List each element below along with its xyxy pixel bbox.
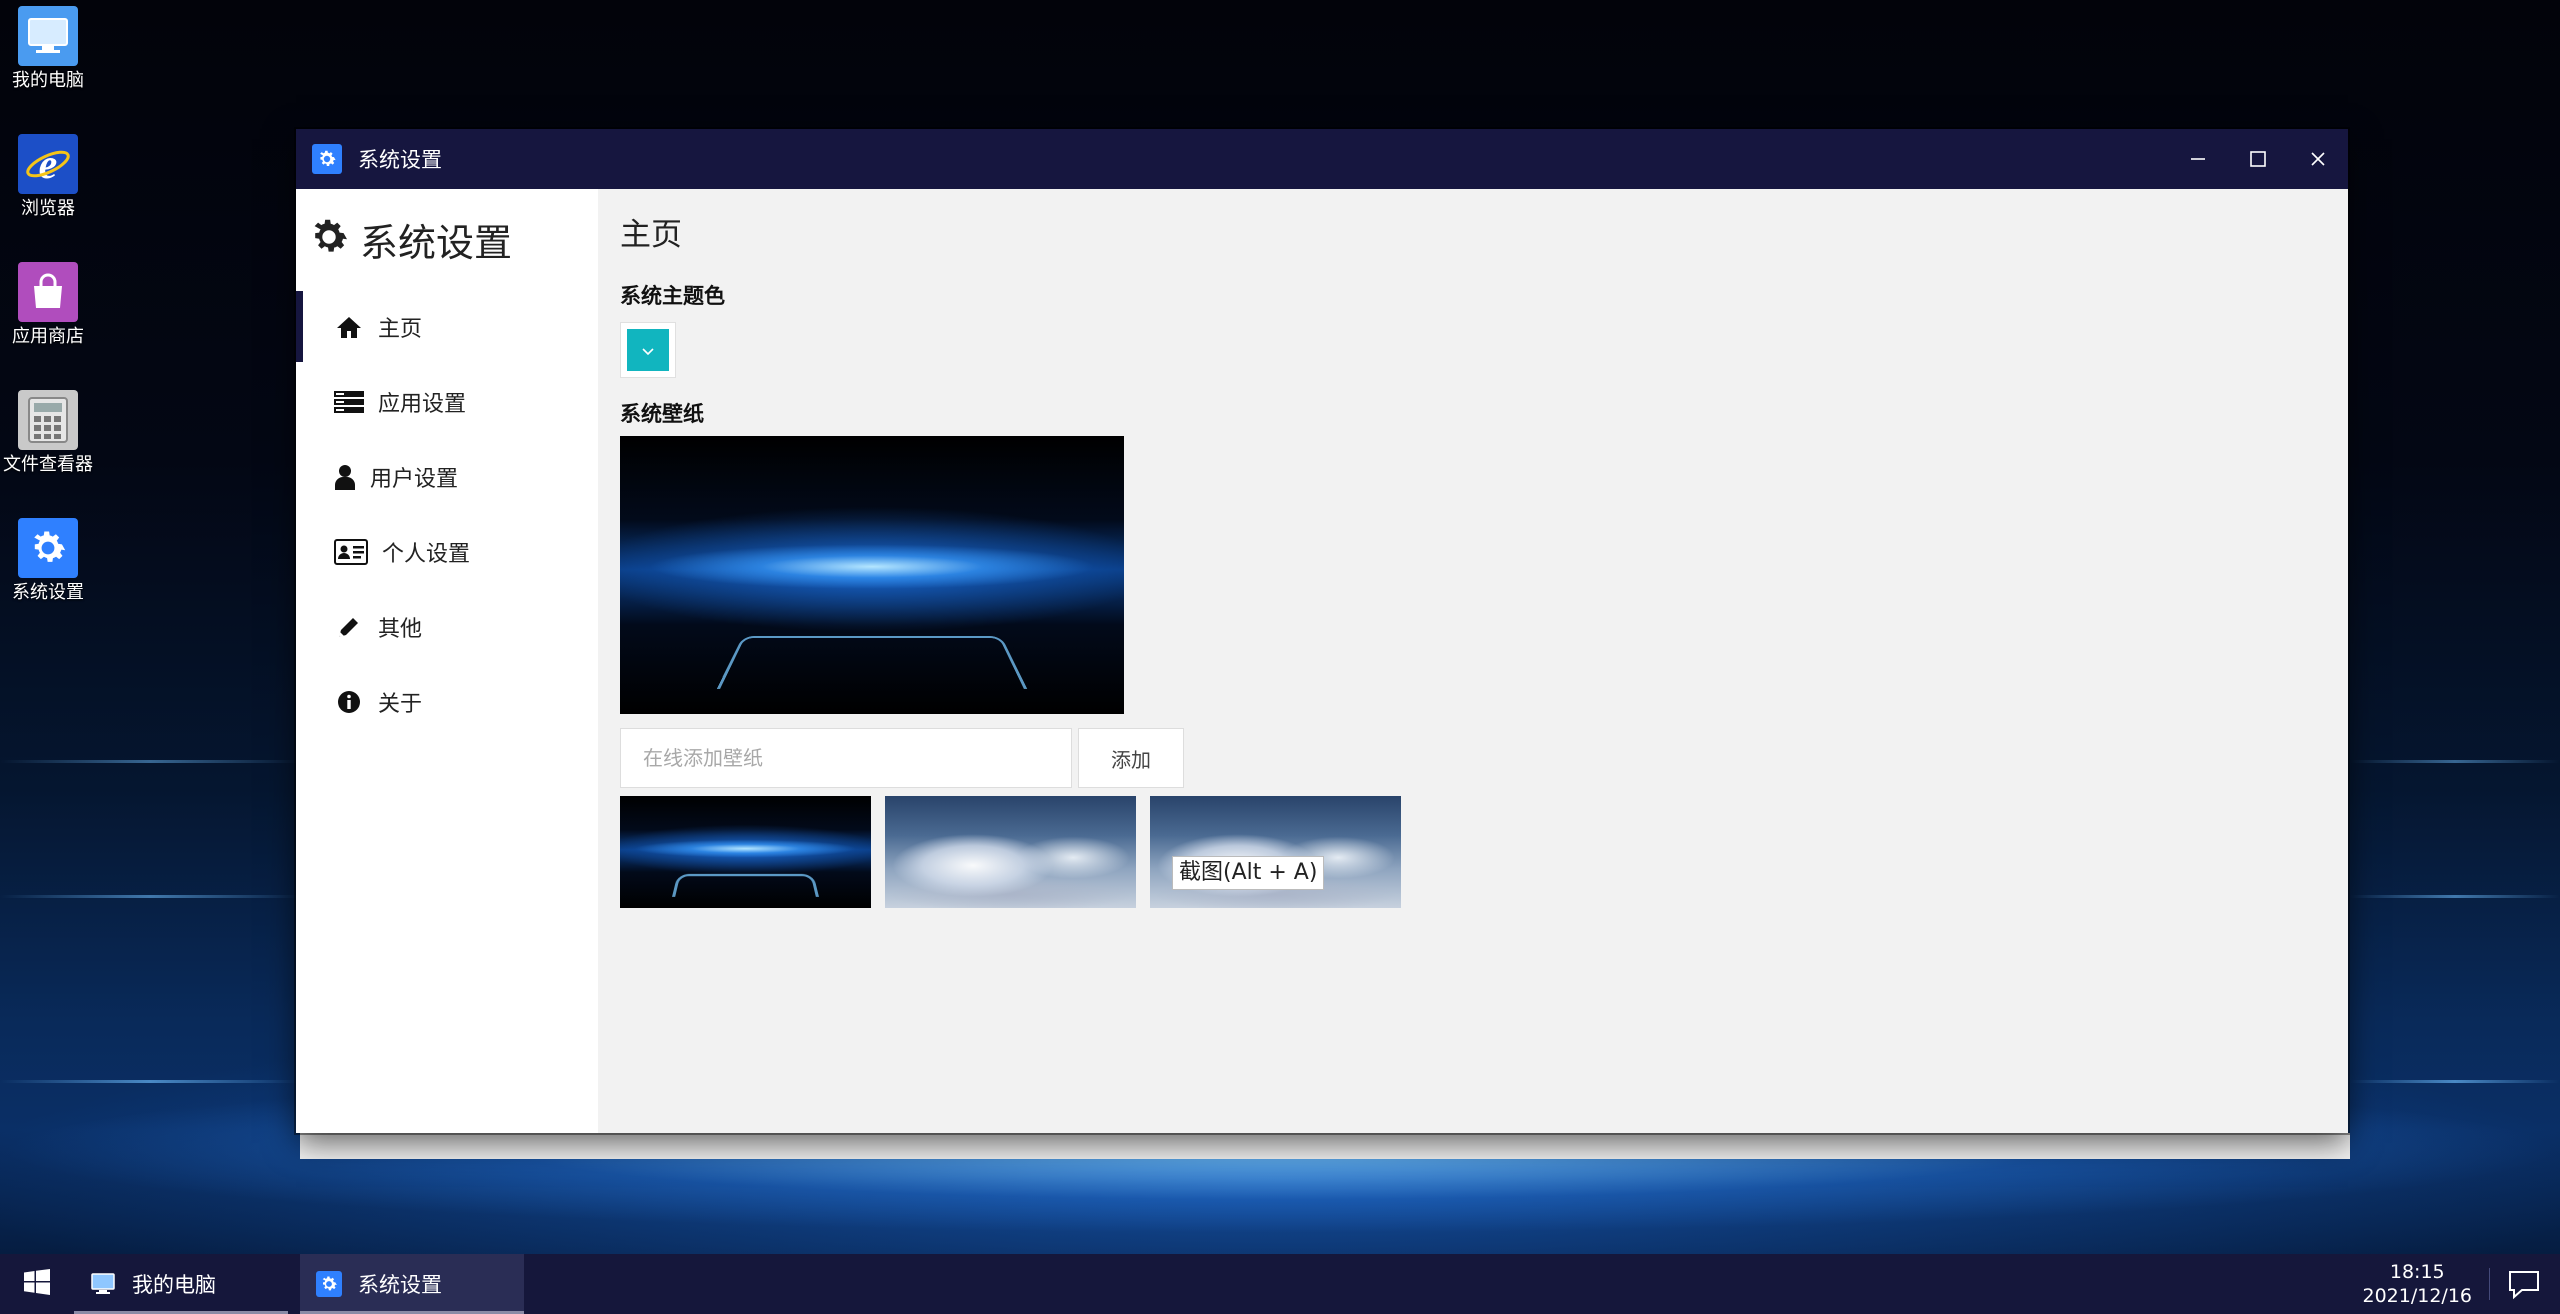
chevron-down-icon (641, 341, 655, 360)
taskbar-clock[interactable]: 18:15 2021/12/16 (2362, 1260, 2472, 1308)
wallpaper-label: 系统壁纸 (620, 402, 704, 426)
notification-center-button[interactable] (2506, 1268, 2542, 1300)
home-icon (334, 312, 364, 342)
wallpaper-streak (2350, 760, 2560, 763)
wallpaper-image (1150, 796, 1401, 908)
sidebar-item-about[interactable]: 关于 (296, 664, 598, 739)
theme-color-swatch (627, 329, 669, 371)
wallpaper-thumbnail[interactable]: 截图(Alt + A) (1150, 796, 1401, 908)
window-titlebar[interactable]: 系统设置 (296, 129, 2348, 189)
desktop-icon-label: 应用商店 (12, 326, 84, 347)
sidebar-item-home[interactable]: 主页 (296, 289, 598, 364)
taskbar: 我的电脑 系统设置 18:15 2021/12/16 (0, 1254, 2560, 1314)
gear-icon (18, 518, 78, 578)
sidebar-header: 系统设置 (296, 189, 598, 289)
add-wallpaper-button[interactable]: 添加 (1078, 728, 1184, 788)
computer-icon (18, 6, 78, 66)
wallpaper-streak (0, 1080, 300, 1083)
wallpaper-streak (2350, 895, 2560, 898)
wallpaper-thumbnail[interactable] (620, 796, 871, 908)
taskbar-item-settings[interactable]: 系统设置 (300, 1254, 524, 1314)
user-icon (334, 462, 356, 492)
gear-icon (316, 1271, 342, 1297)
sidebar-item-label: 应用设置 (378, 391, 467, 417)
wallpaper-thumbnails: 截图(Alt + A) (620, 796, 2326, 908)
taskbar-divider (2489, 1268, 2490, 1300)
settings-main-panel: 主页 系统主题色 系统壁纸 添加 (598, 189, 2348, 1133)
sidebar-item-label: 关于 (378, 691, 423, 717)
desktop-icon-my-computer[interactable]: 我的电脑 (0, 6, 96, 92)
wallpaper-url-input[interactable] (620, 728, 1072, 788)
window-shadow-strip (300, 1133, 2350, 1159)
list-icon (334, 387, 364, 417)
theme-color-picker[interactable] (620, 322, 676, 378)
clock-date: 2021/12/16 (2362, 1285, 2472, 1307)
store-icon (18, 262, 78, 322)
close-button[interactable] (2288, 129, 2348, 189)
wallpaper-thumbnail[interactable] (885, 796, 1136, 908)
taskbar-item-my-computer[interactable]: 我的电脑 (74, 1254, 288, 1314)
browser-icon: e (18, 134, 78, 194)
settings-window: 系统设置 系统设置 主页 应用设置 用户设置 个人设置 其他 关于 主页 系统主… (296, 129, 2348, 1133)
wallpaper-image (620, 796, 871, 908)
window-title: 系统设置 (358, 148, 442, 172)
desktop-icon-label: 文件查看器 (3, 454, 93, 475)
sidebar-item-app-settings[interactable]: 应用设置 (296, 364, 598, 439)
settings-sidebar: 系统设置 主页 应用设置 用户设置 个人设置 其他 关于 (296, 189, 598, 1133)
pencil-icon (334, 612, 364, 642)
minimize-button[interactable] (2168, 129, 2228, 189)
sidebar-item-label: 用户设置 (370, 466, 459, 492)
desktop-icon-settings[interactable]: 系统设置 (0, 518, 96, 604)
page-title: 主页 (620, 217, 682, 253)
sidebar-item-user-settings[interactable]: 用户设置 (296, 439, 598, 514)
maximize-button[interactable] (2228, 129, 2288, 189)
svg-text:e: e (39, 142, 58, 188)
desktop-icon-browser[interactable]: e 浏览器 (0, 134, 96, 220)
sidebar-item-personal-settings[interactable]: 个人设置 (296, 514, 598, 589)
screenshot-tooltip: 截图(Alt + A) (1172, 856, 1325, 890)
desktop-icon-app-store[interactable]: 应用商店 (0, 262, 96, 348)
desktop-icon-label: 浏览器 (21, 198, 75, 219)
sidebar-item-label: 其他 (378, 616, 423, 642)
taskbar-item-label: 我的电脑 (132, 1273, 216, 1297)
clock-time: 18:15 (2389, 1261, 2445, 1283)
wallpaper-streak (0, 760, 300, 763)
gear-icon (306, 214, 352, 264)
wallpaper-streak (2350, 1080, 2560, 1083)
wallpaper-image (620, 436, 1124, 714)
windows-logo-icon (24, 1269, 50, 1299)
chat-bubble-icon (2506, 1271, 2542, 1304)
desktop-icon-label: 我的电脑 (12, 70, 84, 91)
current-wallpaper-preview (620, 436, 1124, 714)
start-button[interactable] (0, 1254, 74, 1314)
desktop-icon-label: 系统设置 (12, 582, 84, 603)
desktop-icon-file-viewer[interactable]: 文件查看器 (0, 390, 96, 476)
id-card-icon (334, 537, 368, 567)
wallpaper-image (885, 796, 1136, 908)
computer-icon (90, 1271, 116, 1297)
theme-color-label: 系统主题色 (620, 284, 725, 308)
sidebar-title: 系统设置 (360, 220, 513, 265)
gear-icon (312, 144, 342, 174)
wallpaper-streak (0, 895, 300, 898)
sidebar-item-other[interactable]: 其他 (296, 589, 598, 664)
calculator-icon (18, 390, 78, 450)
taskbar-item-label: 系统设置 (358, 1273, 442, 1297)
sidebar-item-label: 主页 (378, 316, 423, 342)
sidebar-item-label: 个人设置 (382, 541, 471, 567)
info-icon (334, 687, 364, 717)
